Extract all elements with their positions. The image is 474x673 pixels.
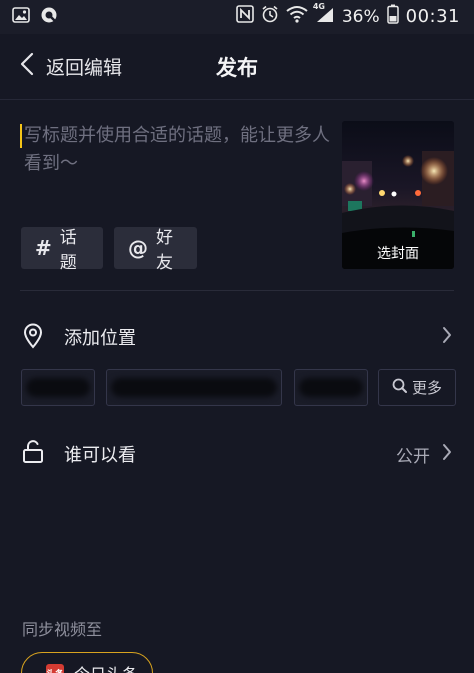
wifi-icon xyxy=(286,5,308,28)
location-pin-icon xyxy=(22,323,44,353)
topic-label: 话题 xyxy=(59,228,77,273)
title-input[interactable]: 写标题并使用合适的话题，能让更多人看到～ xyxy=(24,122,330,178)
publish-page: 4G 36% 00:31 返回编辑 发布 写标题并使用合适的话题，能让更多人看到… xyxy=(0,0,474,673)
select-cover-label: 选封面 xyxy=(377,246,419,262)
clock: 00:31 xyxy=(405,6,460,27)
status-bar: 4G 36% 00:31 xyxy=(0,0,474,34)
nav-bar: 返回编辑 发布 xyxy=(0,34,474,100)
toutiao-label: 今日头条 xyxy=(74,661,138,673)
text-caret xyxy=(20,124,22,148)
alarm-icon xyxy=(261,5,279,28)
hashtag-icon: # xyxy=(35,236,52,260)
location-suggestion[interactable] xyxy=(21,369,95,406)
section-divider xyxy=(20,290,454,291)
add-location-row[interactable]: 添加位置 xyxy=(0,311,474,361)
chevron-right-icon xyxy=(442,443,452,465)
sync-toutiao-toggle[interactable]: 头条 今日头条 xyxy=(21,652,153,673)
nfc-icon xyxy=(236,5,254,28)
search-icon xyxy=(392,378,407,397)
battery-icon xyxy=(386,4,399,29)
q-app-icon xyxy=(40,6,58,28)
network-type-label: 4G xyxy=(312,2,325,11)
unlock-icon xyxy=(22,440,44,468)
location-suggestion[interactable] xyxy=(294,369,368,406)
topic-chip[interactable]: # 话题 xyxy=(21,227,103,273)
sync-video-label: 同步视频至 xyxy=(22,620,103,639)
cover-selector[interactable]: 选封面 xyxy=(342,121,454,269)
signal-icon: 4G xyxy=(312,2,335,28)
at-icon: @ xyxy=(128,236,148,260)
chevron-right-icon xyxy=(442,326,452,348)
more-label: 更多 xyxy=(411,379,442,397)
gallery-icon xyxy=(12,7,30,27)
nav-divider xyxy=(0,99,474,100)
toutiao-logo-icon: 头条 xyxy=(46,664,64,673)
page-title: 发布 xyxy=(216,56,258,80)
visibility-row[interactable]: 谁可以看 公开 xyxy=(0,428,474,478)
friend-label: 好友 xyxy=(156,228,173,273)
visibility-label: 谁可以看 xyxy=(64,445,136,466)
add-location-label: 添加位置 xyxy=(64,328,136,349)
location-suggestion[interactable] xyxy=(106,369,282,406)
more-locations-button[interactable]: 更多 xyxy=(378,369,456,406)
visibility-value: 公开 xyxy=(396,447,430,467)
mention-friend-chip[interactable]: @ 好友 xyxy=(114,227,197,273)
battery-percent: 36% xyxy=(341,6,380,27)
title-input-area[interactable]: 写标题并使用合适的话题，能让更多人看到～ xyxy=(20,122,330,222)
